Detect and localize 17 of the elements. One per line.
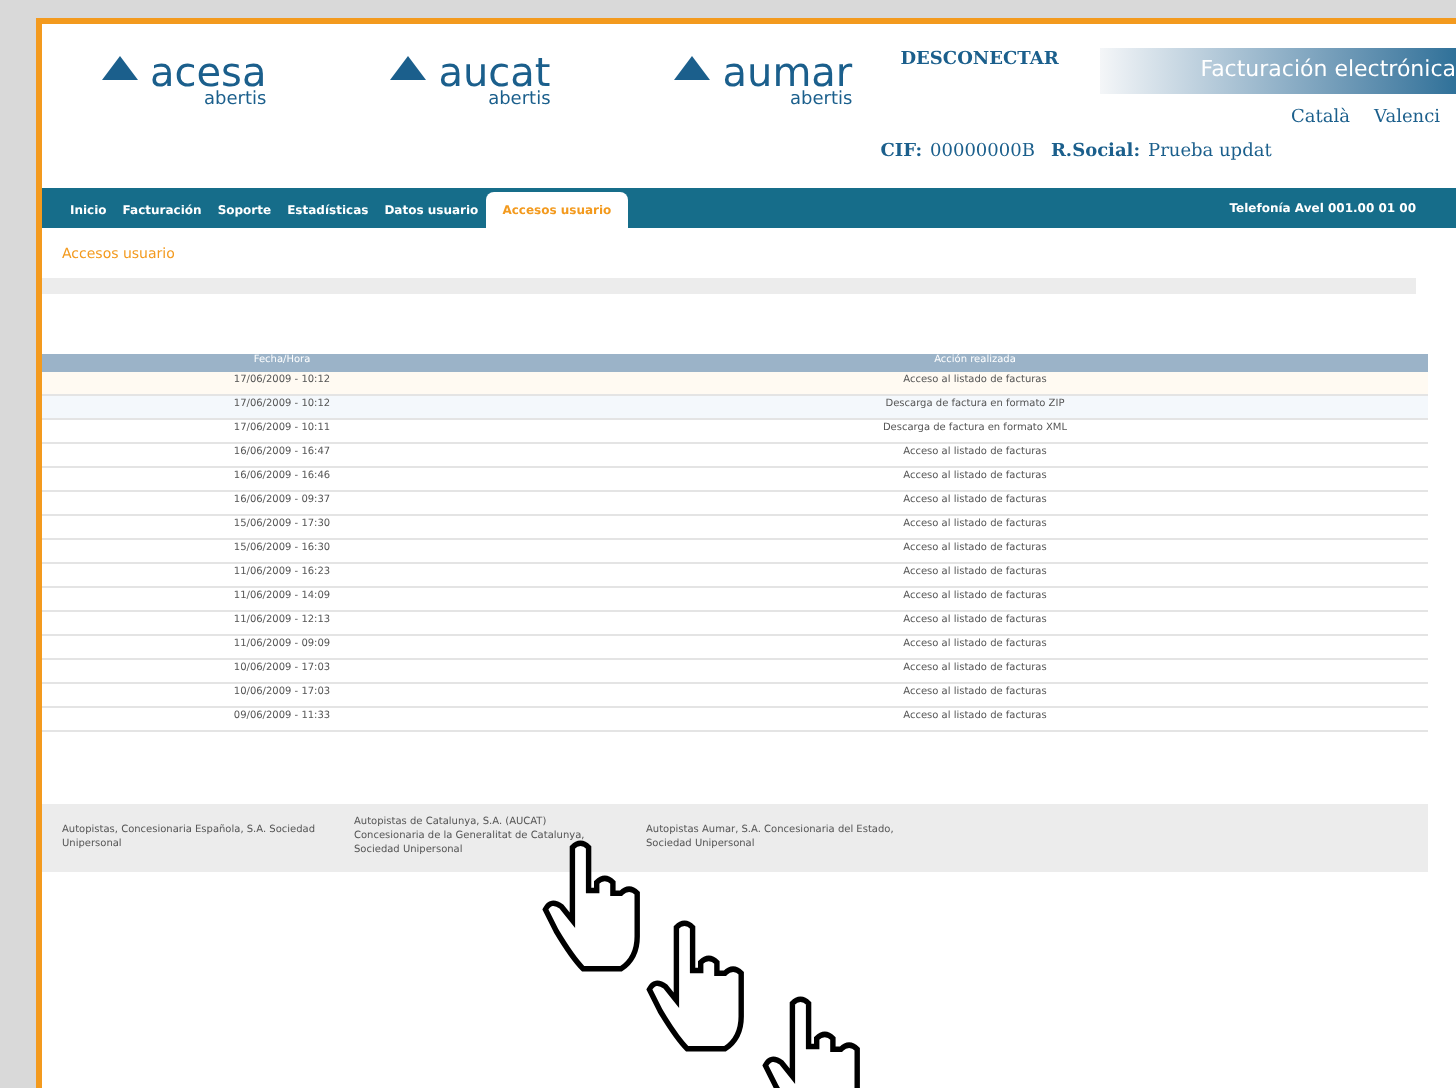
social-label: R.Social: <box>1050 140 1141 166</box>
logo-subtext: abertis <box>488 92 551 110</box>
logo-text: aumar <box>722 52 853 92</box>
logo-text: aucat <box>438 52 551 92</box>
logo-subtext: abertis <box>789 92 853 110</box>
logo-subtext: abertis <box>204 92 267 110</box>
logo-icon <box>98 52 142 84</box>
language-link[interactable]: Català <box>1291 105 1351 132</box>
logo-icon <box>386 52 431 84</box>
social-value: Prueba updat <box>1148 140 1272 166</box>
logo-icon <box>670 52 715 84</box>
logo-text: acesa <box>150 52 267 92</box>
banner: Facturación electrónica <box>1100 48 1456 93</box>
language-link[interactable]: Valenci <box>1374 105 1440 132</box>
cif-value: 00000000B <box>930 140 1035 166</box>
disconnect-link[interactable]: DESCONECTAR <box>880 48 1101 75</box>
cif-label: CIF: <box>880 140 923 166</box>
